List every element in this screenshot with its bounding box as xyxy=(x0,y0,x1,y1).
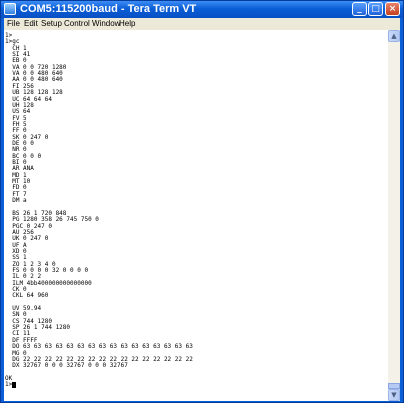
menu-control[interactable]: Control xyxy=(64,18,90,30)
terminal-line: DX 32767 0 0 0 32767 0 0 0 32767 xyxy=(5,362,128,370)
terminal-line: DO 63 63 63 63 63 63 63 63 63 63 63 63 6… xyxy=(5,343,193,351)
close-button[interactable]: × xyxy=(385,2,400,16)
close-icon: × xyxy=(388,4,397,14)
menu-window[interactable]: Window xyxy=(92,18,120,30)
text-cursor xyxy=(12,381,17,388)
scroll-down-button[interactable]: ▼ xyxy=(388,389,400,401)
menu-setup[interactable]: Setup xyxy=(41,18,62,30)
menu-edit[interactable]: Edit xyxy=(24,18,38,30)
title-bar[interactable]: COM5:115200baud - Tera Term VT _ □ × xyxy=(1,1,403,18)
terminal-line: DM a xyxy=(5,197,27,205)
terminal-window: COM5:115200baud - Tera Term VT _ □ × Fil… xyxy=(0,0,404,403)
tera-term-app-icon[interactable] xyxy=(4,3,16,15)
scroll-up-arrow-icon: ▲ xyxy=(391,32,397,40)
menu-bar: File Edit Setup Control Window Help xyxy=(4,18,400,30)
terminal-output[interactable]: 1> 1>gc CH 1 SI 41 EB 0 VA 0 0 720 1280 V… xyxy=(4,30,388,401)
menu-help[interactable]: Help xyxy=(119,18,135,30)
minimize-icon: _ xyxy=(357,4,362,14)
maximize-button[interactable]: □ xyxy=(368,2,383,16)
maximize-icon: □ xyxy=(371,4,380,14)
terminal-client-area: 1> 1>gc CH 1 SI 41 EB 0 VA 0 0 720 1280 V… xyxy=(4,30,400,401)
menu-file[interactable]: File xyxy=(7,18,20,30)
minimize-button[interactable]: _ xyxy=(352,2,367,16)
vertical-scrollbar[interactable]: ▲ ▼ xyxy=(388,30,400,401)
window-title: COM5:115200baud - Tera Term VT xyxy=(20,3,197,15)
terminal-line: CKL 64 960 xyxy=(5,292,49,300)
terminal-line: 1> xyxy=(5,381,13,389)
scroll-down-arrow-icon: ▼ xyxy=(391,391,397,399)
scroll-up-button[interactable]: ▲ xyxy=(388,30,400,42)
